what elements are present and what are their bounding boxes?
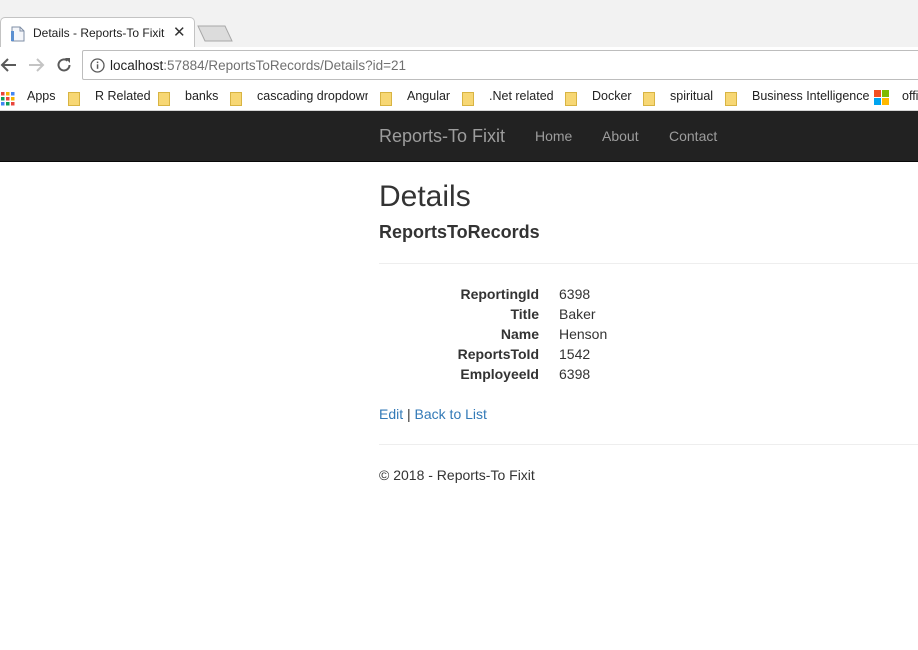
bookmark-label: Apps — [27, 89, 56, 103]
bookmark-label: spiritual — [670, 89, 714, 103]
bookmark-r-related[interactable]: R Related — [68, 88, 151, 106]
folder-icon — [230, 92, 242, 106]
bookmark-label: banks — [185, 89, 219, 103]
detail-row-name: Name Henson — [379, 326, 918, 346]
footer-divider — [379, 444, 918, 445]
folder-icon — [643, 92, 655, 106]
url-text[interactable]: localhost:57884/ReportsToRecords/Details… — [110, 58, 406, 73]
new-tab-button[interactable] — [197, 25, 233, 42]
browser-toolbar: localhost:57884/ReportsToRecords/Details… — [0, 47, 918, 83]
folder-icon — [462, 92, 474, 106]
bookmark-office[interactable]: offi — [874, 88, 918, 106]
microsoft-logo-icon — [874, 90, 889, 105]
page-subtitle: ReportsToRecords — [379, 222, 540, 242]
nav-link-contact[interactable]: Contact — [669, 128, 717, 144]
nav-link-home[interactable]: Home — [535, 128, 572, 144]
bookmark-cascading-dropdown[interactable]: cascading dropdown — [230, 88, 368, 106]
detail-value: Baker — [559, 306, 596, 322]
bookmark-docker[interactable]: Docker — [565, 88, 635, 106]
folder-icon — [158, 92, 170, 106]
bookmark-apps[interactable]: Apps — [0, 88, 60, 106]
url-host: localhost — [110, 58, 164, 73]
folder-icon — [725, 92, 737, 106]
page-title: Details — [379, 180, 471, 213]
bookmark-label: cascading dropdown — [257, 89, 368, 103]
tab-title: Details - Reports-To Fixit — [33, 26, 165, 40]
detail-value: 6398 — [559, 366, 591, 382]
navbar-brand[interactable]: Reports-To Fixit — [379, 126, 505, 147]
bookmark-spiritual[interactable]: spiritual — [643, 88, 718, 106]
detail-label: ReportsToId — [457, 346, 539, 362]
bookmark-label: Angular — [407, 89, 451, 103]
bookmark-label: Docker — [592, 89, 632, 103]
divider — [379, 263, 918, 264]
reload-icon[interactable] — [55, 56, 73, 74]
bookmark-label: .Net related — [489, 89, 554, 103]
site-navbar: Reports-To Fixit Home About Contact — [0, 111, 918, 162]
bookmark-label: R Related — [95, 89, 151, 103]
page-icon — [11, 26, 25, 42]
url-path: :57884/ReportsToRecords/Details?id=21 — [163, 58, 407, 73]
footer-text: © 2018 - Reports-To Fixit — [379, 467, 535, 483]
folder-icon — [565, 92, 577, 106]
address-bar[interactable]: localhost:57884/ReportsToRecords/Details… — [82, 50, 918, 80]
detail-value: 1542 — [559, 346, 591, 362]
detail-row-employeeid: EmployeeId 6398 — [379, 366, 918, 386]
detail-label: Name — [500, 326, 539, 342]
bookmark-angular[interactable]: Angular — [380, 88, 455, 106]
detail-row-reportingid: ReportingId 6398 — [379, 286, 918, 306]
bookmark-banks[interactable]: banks — [158, 88, 220, 106]
detail-label: ReportingId — [460, 286, 539, 302]
forward-icon[interactable] — [27, 56, 45, 74]
bookmark-label: Business Intelligence — [752, 89, 870, 103]
link-separator: | — [407, 406, 411, 422]
folder-icon — [68, 92, 80, 106]
back-icon[interactable] — [0, 56, 18, 74]
detail-value: Henson — [559, 326, 608, 342]
bookmarks-bar: Apps R Related banks cascading dropdown … — [0, 83, 918, 111]
browser-tab[interactable]: Details - Reports-To Fixit ✕ — [0, 17, 195, 47]
close-icon[interactable]: ✕ — [173, 24, 186, 42]
bookmark-business-intelligence[interactable]: Business Intelligence — [725, 88, 870, 106]
bookmark-label: offi — [902, 89, 918, 103]
detail-value: 6398 — [559, 286, 591, 302]
detail-label: EmployeeId — [460, 366, 539, 382]
detail-row-title: Title Baker — [379, 306, 918, 326]
action-links: Edit | Back to List — [379, 406, 487, 422]
folder-icon — [380, 92, 392, 106]
info-icon[interactable] — [90, 58, 105, 73]
bookmark-net-related[interactable]: .Net related — [462, 88, 557, 106]
back-to-list-link[interactable]: Back to List — [415, 406, 487, 422]
detail-row-reportstoid: ReportsToId 1542 — [379, 346, 918, 366]
tab-strip: Details - Reports-To Fixit ✕ — [0, 0, 918, 47]
apps-grid-icon — [1, 92, 15, 106]
detail-label: Title — [510, 306, 539, 322]
nav-link-about[interactable]: About — [602, 128, 639, 144]
edit-link[interactable]: Edit — [379, 406, 403, 422]
